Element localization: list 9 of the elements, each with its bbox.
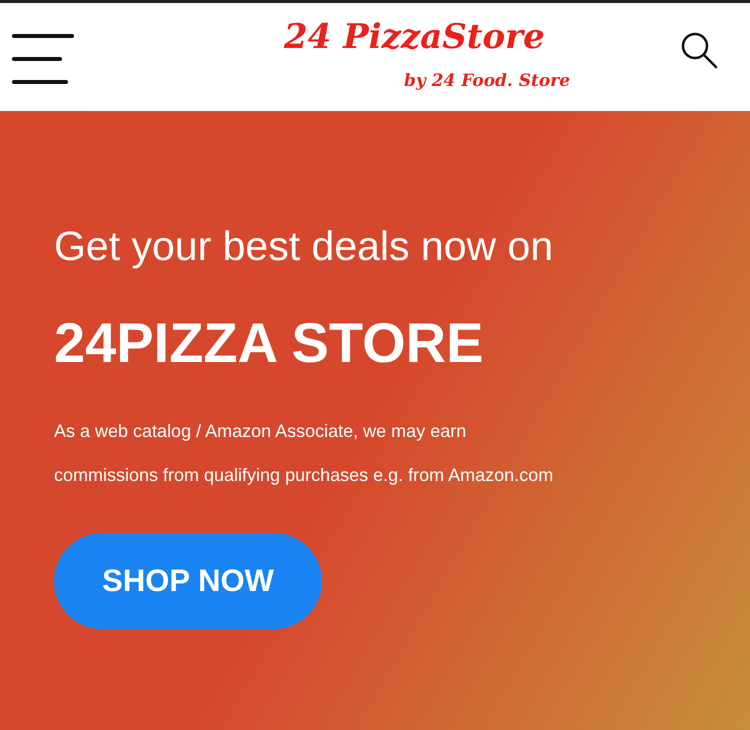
disclaimer-text: commissions from qualifying purchases e.g. from Amazon.com [54, 464, 554, 487]
shop-now-button[interactable]: SHOP NOW [54, 533, 322, 629]
search-icon[interactable] [680, 31, 718, 69]
hero-title: 24PIZZA STORE [54, 311, 484, 375]
hero-kicker: Get your best deals now on [54, 222, 554, 271]
disclaimer-text: As a web catalog / Amazon Associate, we may earn [54, 420, 468, 443]
menu-icon[interactable] [12, 34, 74, 84]
logo-title[interactable]: 24 PizzaStore [284, 17, 545, 57]
logo-subtitle: by 24 Food. Store [404, 71, 570, 91]
